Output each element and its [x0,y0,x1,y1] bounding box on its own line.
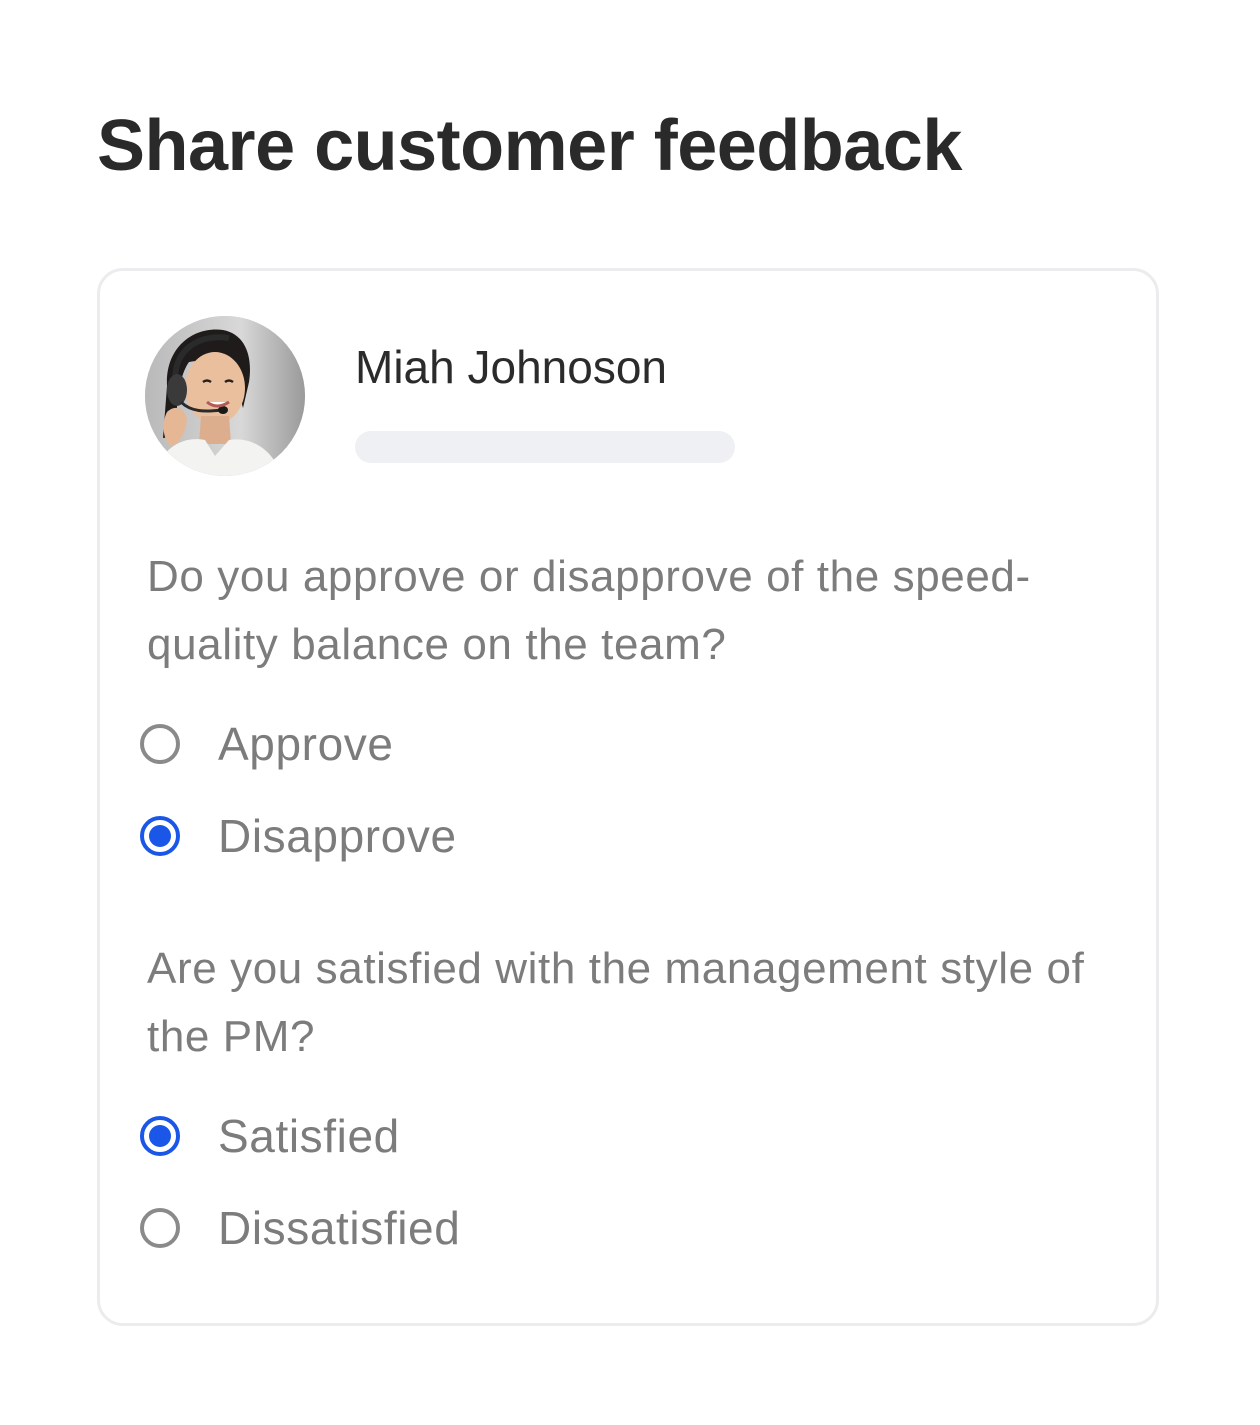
page-title: Share customer feedback [97,106,962,186]
skeleton-placeholder [355,431,735,463]
user-name: Miah Johnoson [355,341,667,393]
feedback-card: Miah Johnoson Do you approve or disappro… [97,268,1159,1326]
option-satisfied[interactable]: Satisfied [140,1106,400,1166]
option-dissatisfied[interactable]: Dissatisfied [140,1198,460,1258]
question-speed-quality: Do you approve or disapprove of the spee… [147,552,1031,669]
user-photo-icon [145,316,305,476]
approve-radio[interactable] [140,724,180,764]
avatar [145,316,305,476]
option-label: Satisfied [218,1110,400,1162]
option-label: Dissatisfied [218,1202,461,1254]
option-label: Approve [218,718,394,770]
option-disapprove[interactable]: Disapprove [140,806,457,866]
option-approve[interactable]: Approve [140,714,394,774]
option-label: Disapprove [218,810,457,862]
question-management-style: Are you satisfied with the management st… [147,944,1085,1061]
disapprove-radio[interactable] [140,816,180,856]
dissatisfied-radio[interactable] [140,1208,180,1248]
satisfied-radio[interactable] [140,1116,180,1156]
